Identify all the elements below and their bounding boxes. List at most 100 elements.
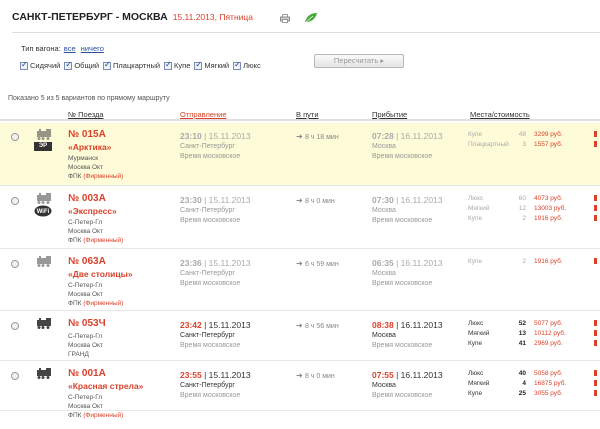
departure-station: Санкт-Петербург [180,143,235,150]
table-header: № Поезда Отправление В пути Прибытие Мес… [0,106,600,121]
seat-row[interactable]: Купе 41 2969 руб. [468,340,600,350]
arrival-timezone: Время московское [372,217,433,224]
seat-price: 16875 руб. [534,380,567,387]
seat-row[interactable]: Купе 48 3299 руб. [468,131,600,141]
seat-row[interactable]: Купе 2 1916 руб. [468,258,600,268]
arrival-timezone: Время московское [372,153,433,160]
carrier-brand: (Фирменный) [83,237,124,244]
select-all-link[interactable]: все [64,44,76,53]
seat-row[interactable]: Люкс 60 4073 руб. [468,195,600,205]
train-row[interactable]: № 063А «Две столицы» С-Петер-Гл Москва Окт Ф… [0,250,600,311]
buy-marker-icon[interactable] [594,330,597,336]
seat-row[interactable]: Купе 2 1916 руб. [468,215,600,225]
train-row[interactable]: ЭР № 015А «Арктика» Мурманск Москва Окт ФПК (… [0,123,600,186]
train-select-radio[interactable] [11,197,19,205]
printer-icon[interactable] [280,14,290,23]
checkbox-icon[interactable] [194,60,203,70]
departure-station: Санкт-Петербург [180,332,235,339]
buy-marker-icon[interactable] [594,370,597,376]
train-route-info: С-Петер-Гл Москва Окт ФПК (Фирменный) [68,281,123,308]
train-number-link[interactable]: № 001А [68,368,106,379]
seats-table: Купе 48 3299 руб. Плацкартный 3 1557 руб. [468,131,600,151]
buy-marker-icon[interactable] [594,141,597,147]
seat-class: Мягкий [468,205,490,212]
departure-date: | 15.11.2013 [201,370,251,380]
train-select-radio[interactable] [11,260,19,268]
route-title: САНКТ-ПЕТЕРБУРГ - МОСКВА [12,11,168,23]
seat-row[interactable]: Купе 25 3055 руб. [468,390,600,400]
train-name-link[interactable]: «Экспресс» [68,206,117,216]
buy-marker-icon[interactable] [594,205,597,211]
seat-row[interactable]: Мягкий 13 10112 руб. [468,330,600,340]
train-number-link[interactable]: № 003А [68,193,106,204]
seat-class: Купе [468,131,483,138]
train-origin: С-Петер-Гл [68,333,103,340]
train-row[interactable]: WiFi № 003А «Экспресс» С-Петер-Гл Москва Окт… [0,187,600,249]
train-number-link[interactable]: № 053Ч [68,318,106,329]
train-row[interactable]: № 001А «Красная стрела» С-Петер-Гл Москва О… [0,362,600,419]
buy-marker-icon[interactable] [594,131,597,137]
departure-timezone: Время московское [180,280,241,287]
checkbox-kupe[interactable]: Купе [164,60,190,70]
buy-marker-icon[interactable] [594,340,597,346]
seat-row[interactable]: Люкс 52 5077 руб. [468,320,600,330]
arrival-timezone: Время московское [372,342,433,349]
checkbox-icon[interactable] [20,60,28,70]
departure-time: 23:36 | 15.11.2013 [180,258,251,268]
buy-marker-icon[interactable] [594,195,597,201]
arrival-time: 07:30 | 16.11.2013 [372,195,443,205]
carrier-brand: (Фирменный) [83,412,124,419]
travel-duration: ➜ 8 ч 18 мин [296,132,339,141]
train-number-link[interactable]: № 015А [68,129,106,140]
checkbox-obshchiy[interactable]: Общий [64,60,99,70]
checkbox-icon[interactable] [233,60,242,70]
train-select-radio[interactable] [11,372,19,380]
checkbox-icon[interactable] [164,60,173,70]
arrow-right-icon: ➜ [296,196,305,205]
col-transit[interactable]: В пути [296,110,319,119]
duration-value: 8 ч 0 мин [304,198,335,205]
departure-hour: 23:10 [180,131,202,141]
train-select-radio[interactable] [11,133,19,141]
checkbox-sidyachiy[interactable]: Сидячий [20,60,60,70]
departure-time: 23:30 | 15.11.2013 [180,195,251,205]
duration-value: 6 ч 59 мин [304,261,339,268]
seat-count: 41 [518,340,526,347]
buy-marker-icon[interactable] [594,380,597,386]
checkbox-icon[interactable] [103,60,112,70]
col-departure[interactable]: Отправление [180,110,227,119]
seat-row[interactable]: Мягкий 4 16875 руб. [468,380,600,390]
train-origin: С-Петер-Гл [68,219,103,226]
col-train[interactable]: № Поезда [68,110,104,119]
seat-row[interactable]: Плацкартный 3 1557 руб. [468,141,600,151]
seat-row[interactable]: Мягкий 12 13003 руб. [468,205,600,215]
seat-row[interactable]: Люкс 40 5058 руб. [468,370,600,380]
recalculate-button[interactable]: Пересчитать ▸ [314,54,404,68]
checkbox-icon[interactable] [64,60,73,70]
col-arrival[interactable]: Прибытие [372,110,407,119]
buy-marker-icon[interactable] [594,320,597,326]
departure-time: 23:10 | 15.11.2013 [180,131,251,141]
train-select-radio[interactable] [11,322,19,330]
train-name-link[interactable]: «Арктика» [68,142,111,152]
arrow-right-icon: ➜ [296,321,305,330]
checkbox-platskartny[interactable]: Плацкартный [103,60,160,70]
col-seats[interactable]: Места/стоимость [470,110,530,119]
departure-station: Санкт-Петербург [180,207,235,214]
select-none-link[interactable]: ничего [81,44,104,53]
arrival-time: 07:55 | 16.11.2013 [372,370,443,380]
results-count: Показано 5 из 5 вариантов по прямому мар… [8,95,170,102]
train-number-link[interactable]: № 063А [68,256,106,267]
buy-marker-icon[interactable] [594,215,597,221]
buy-marker-icon[interactable] [594,258,597,264]
train-origin: С-Петер-Гл [68,394,103,401]
train-name-link[interactable]: «Две столицы» [68,269,133,279]
carrier-brand: (Фирменный) [83,300,124,307]
checkbox-myagkiy[interactable]: Мягкий [194,60,229,70]
train-row[interactable]: № 053Ч С-Петер-Гл Москва Окт ГРАНД 23:42 | 1… [0,312,600,361]
train-name-link[interactable]: «Красная стрела» [68,381,143,391]
checkbox-lyuks[interactable]: Люкс [233,60,261,70]
leaf-icon[interactable] [304,12,318,23]
departure-hour: 23:30 [180,195,202,205]
buy-marker-icon[interactable] [594,390,597,396]
